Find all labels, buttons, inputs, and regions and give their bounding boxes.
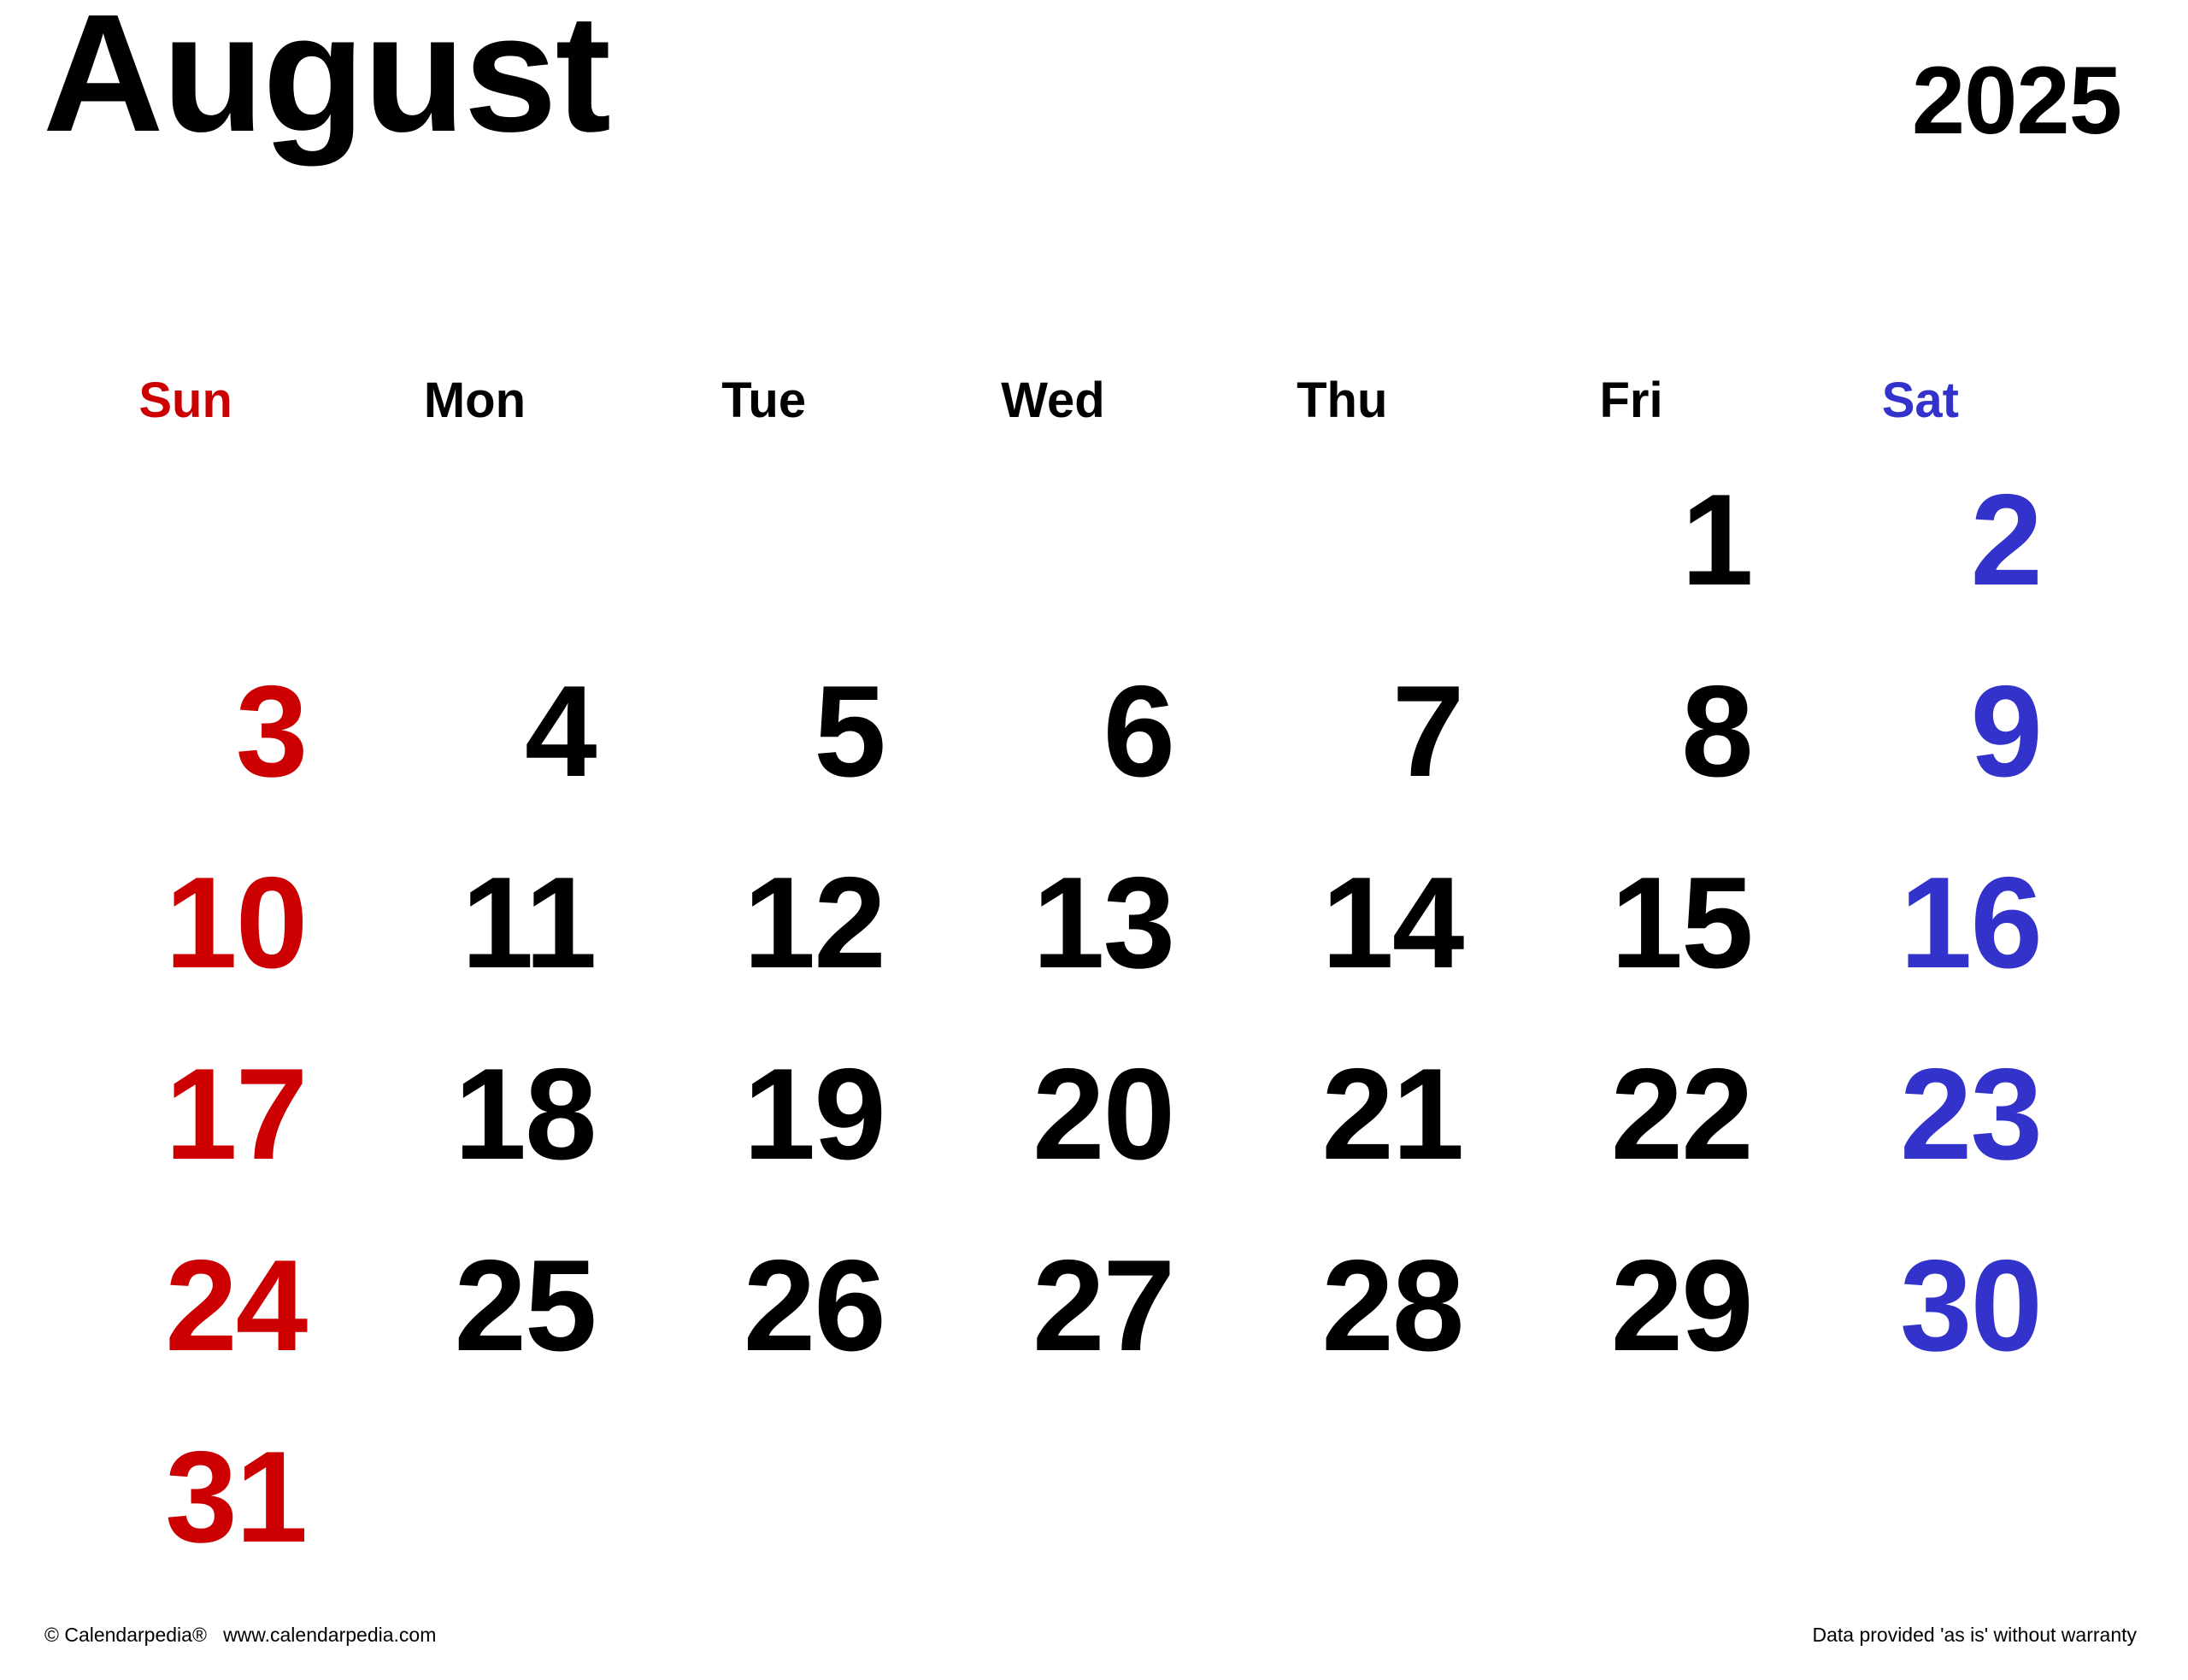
day-cell[interactable]: 6 [909, 636, 1197, 827]
disclaimer-notice: Data provided 'as is' without warranty [1812, 1624, 2137, 1646]
calendar-page: August 2025 Sun Mon Tue Wed Thu Fri Sat [0, 0, 2188, 1680]
day-cell[interactable] [620, 1401, 909, 1593]
day-cell[interactable]: 2 [1776, 444, 2065, 636]
day-cell[interactable] [620, 444, 909, 636]
weekday-header-tue: Tue [721, 373, 807, 428]
day-cell[interactable] [909, 1401, 1197, 1593]
day-cell[interactable]: 28 [1197, 1210, 1486, 1401]
year-label: 2025 [1911, 47, 2122, 154]
month-title: August [43, 0, 611, 167]
day-cell[interactable]: 25 [330, 1210, 619, 1401]
weekday-header-row: Sun Mon Tue Wed Thu Fri Sat [41, 376, 2065, 444]
day-cell[interactable]: 15 [1486, 827, 1775, 1019]
day-cell[interactable]: 8 [1486, 636, 1775, 827]
copyright-notice: © Calendarpedia® www.calendarpedia.com [44, 1624, 437, 1646]
day-cell[interactable]: 16 [1776, 827, 2065, 1019]
day-cell[interactable] [1197, 444, 1486, 636]
day-cell[interactable]: 9 [1776, 636, 2065, 827]
day-cell[interactable]: 1 [1486, 444, 1775, 636]
day-cell[interactable]: 5 [620, 636, 909, 827]
day-cell[interactable]: 17 [41, 1019, 330, 1210]
day-cell[interactable]: 13 [909, 827, 1197, 1019]
weekday-header-thu: Thu [1297, 373, 1388, 428]
week-row: 10 11 12 13 14 15 16 [41, 827, 2065, 1019]
week-row: 1 2 [41, 444, 2065, 636]
day-cell[interactable]: 24 [41, 1210, 330, 1401]
weekday-header-sat: Sat [1881, 373, 1959, 428]
day-cell[interactable]: 3 [41, 636, 330, 827]
weekday-header-wed: Wed [1001, 373, 1105, 428]
day-cell[interactable]: 27 [909, 1210, 1197, 1401]
calendar-body: 1 2 3 4 5 6 7 8 9 10 11 12 13 14 15 16 1… [41, 444, 2065, 1593]
day-cell[interactable] [330, 444, 619, 636]
day-cell[interactable]: 20 [909, 1019, 1197, 1210]
day-cell[interactable]: 22 [1486, 1019, 1775, 1210]
day-cell[interactable] [909, 444, 1197, 636]
day-cell[interactable]: 21 [1197, 1019, 1486, 1210]
day-cell[interactable] [1197, 1401, 1486, 1593]
day-cell[interactable] [1486, 1401, 1775, 1593]
week-row: 24 25 26 27 28 29 30 [41, 1210, 2065, 1401]
day-cell[interactable]: 26 [620, 1210, 909, 1401]
day-cell[interactable]: 10 [41, 827, 330, 1019]
day-cell[interactable] [1776, 1401, 2065, 1593]
day-cell[interactable] [41, 444, 330, 636]
day-cell[interactable]: 23 [1776, 1019, 2065, 1210]
day-cell[interactable]: 14 [1197, 827, 1486, 1019]
day-cell[interactable]: 11 [330, 827, 619, 1019]
weekday-header-fri: Fri [1599, 373, 1663, 428]
day-cell[interactable] [330, 1401, 619, 1593]
week-row: 3 4 5 6 7 8 9 [41, 636, 2065, 827]
day-cell[interactable]: 12 [620, 827, 909, 1019]
day-cell[interactable]: 7 [1197, 636, 1486, 827]
day-cell[interactable]: 31 [41, 1401, 330, 1593]
day-cell[interactable]: 18 [330, 1019, 619, 1210]
weekday-header-sun: Sun [138, 373, 232, 428]
weekday-header-mon: Mon [423, 373, 526, 428]
calendar-footer: © Calendarpedia® www.calendarpedia.com D… [0, 1624, 2188, 1658]
day-cell[interactable]: 4 [330, 636, 619, 827]
week-row: 31 [41, 1401, 2065, 1593]
day-cell[interactable]: 29 [1486, 1210, 1775, 1401]
day-cell[interactable]: 30 [1776, 1210, 2065, 1401]
calendar-header: August 2025 [0, 0, 2188, 256]
week-row: 17 18 19 20 21 22 23 [41, 1019, 2065, 1210]
day-cell[interactable]: 19 [620, 1019, 909, 1210]
calendar-grid: Sun Mon Tue Wed Thu Fri Sat 1 2 3 4 5 6 … [41, 376, 2065, 1593]
